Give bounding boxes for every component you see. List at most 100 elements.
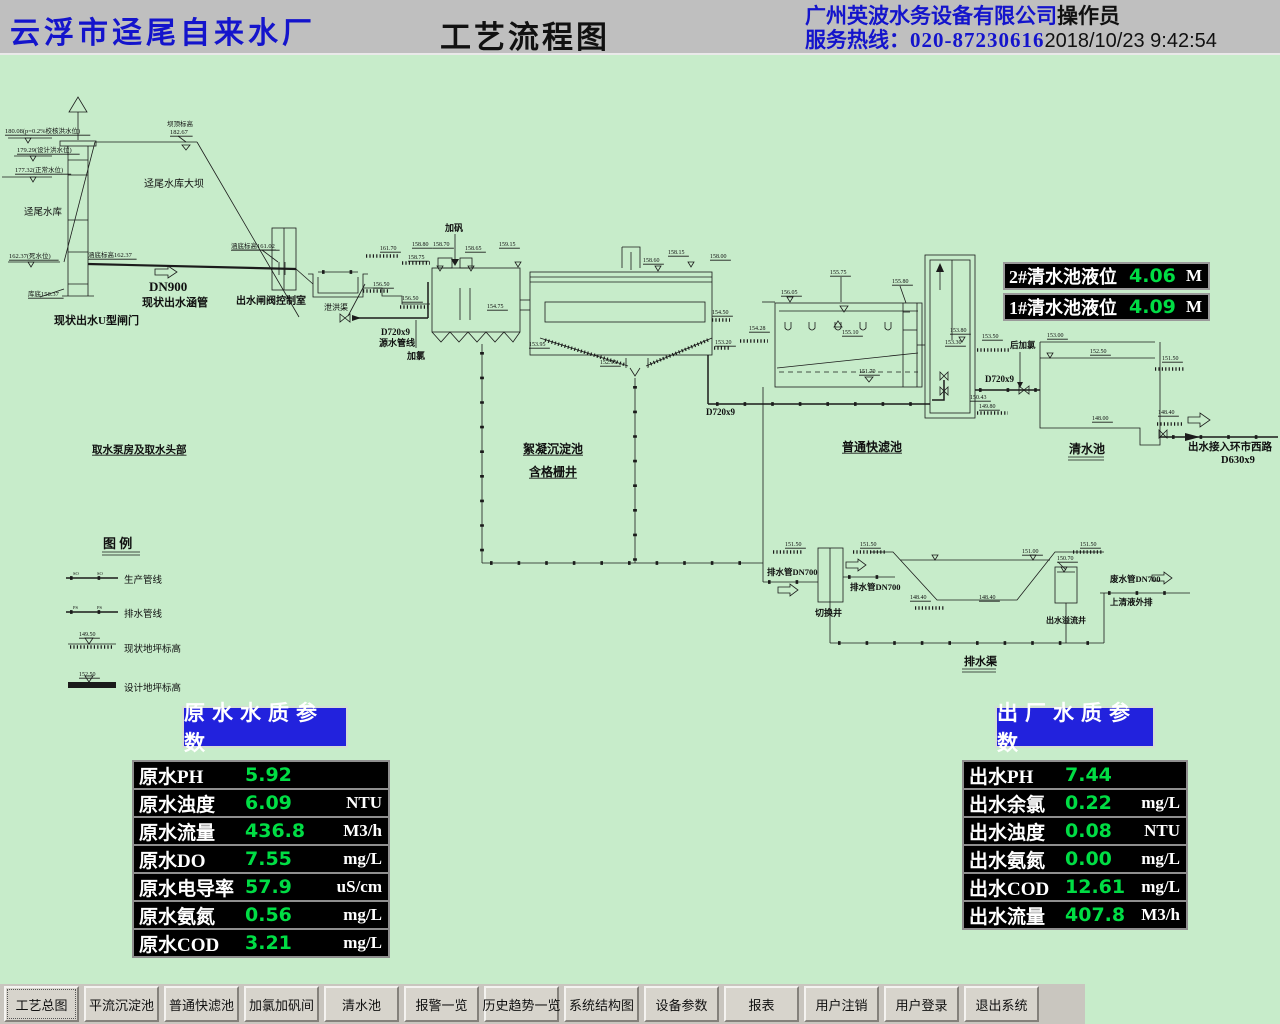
diagram-label: 排水管DN700 (767, 567, 818, 577)
diagram-label: 149.80 (979, 404, 996, 410)
diagram-label: 177.32(正常水位) (15, 165, 63, 174)
diagram-label: 现状出水U型闸门 (54, 313, 139, 327)
raw-water-row: 原水浊度6.09NTU (132, 788, 390, 818)
clearwell-2-unit: M (1186, 266, 1202, 286)
raw-water-value: 57.9 (245, 876, 315, 898)
hotline-number: 020-87230616 (910, 28, 1045, 52)
diagram-label: 154.50 (712, 310, 729, 316)
raw-water-unit: uS/cm (337, 877, 382, 897)
outlet-water-value: 407.8 (1065, 904, 1135, 926)
diagram-label: 162.37(死水位) (9, 251, 51, 260)
diagram-label: PS (73, 605, 79, 610)
diagram-label: 加氯 (406, 350, 425, 361)
toolbar-button-3[interactable]: 普通快滤池 (164, 986, 239, 1022)
diagram-label: 148.40 (910, 595, 927, 601)
clearwell-2-level-display: 2#清水池液位 4.06 M (1003, 262, 1210, 290)
diagram-label: 148.40 (1158, 410, 1175, 416)
diagram-label: 158.70 (433, 242, 450, 248)
diagram-label: 后加氯 (1010, 340, 1036, 350)
raw-water-table: 原水PH5.92原水浊度6.09NTU原水流量436.8M3/h原水DO7.55… (132, 760, 390, 958)
diagram-label: SO (73, 571, 80, 576)
raw-water-value: 3.21 (245, 932, 315, 954)
diagram-label: 151.70 (859, 369, 876, 375)
toolbar-button-8[interactable]: 系统结构图 (564, 986, 639, 1022)
diagram-label: 154.28 (749, 326, 766, 332)
diagram-label: 180.08(p=0.2%校核洪水位) (5, 126, 80, 135)
toolbar-button-2[interactable]: 平流沉淀池 (84, 986, 159, 1022)
clear-water-pool (1040, 342, 1278, 460)
outlet-water-label: 出水氨氮 (969, 846, 1065, 873)
toolbar-button-9[interactable]: 设备参数 (644, 986, 719, 1022)
diagram-label: 148.00 (1092, 416, 1109, 422)
outlet-water-label: 出水COD (969, 874, 1065, 901)
clearwell-1-value: 4.09 (1129, 296, 1176, 318)
diagram-label: 坝顶标高 (167, 119, 194, 128)
outlet-water-unit: M3/h (1141, 905, 1180, 925)
outlet-water-unit: mg/L (1141, 793, 1180, 813)
outlet-water-unit: mg/L (1141, 877, 1180, 897)
raw-water-row: 原水电导率57.9uS/cm (132, 872, 390, 902)
diagram-label: 158.60 (643, 258, 660, 264)
toolbar-button-4[interactable]: 加氯加矾间 (244, 986, 319, 1022)
diagram-label: 179.29(设计洪水位) (17, 145, 72, 154)
plant-title: 云浮市迳尾自来水厂 (10, 8, 316, 52)
toolbar-button-11[interactable]: 用户注销 (804, 986, 879, 1022)
outlet-water-label: 出水PH (969, 762, 1065, 789)
raw-water-unit: mg/L (343, 849, 382, 869)
toolbar-button-10[interactable]: 报表 (724, 986, 799, 1022)
diagram-label: 迳尾水库 (24, 206, 63, 218)
diagram-label: 151.50 (785, 542, 802, 548)
diagram-label: 156.05 (781, 290, 798, 296)
toolbar-button-5[interactable]: 清水池 (324, 986, 399, 1022)
hotline-label: 服务热线： (805, 28, 910, 52)
diagram-label: D720x9 (706, 407, 735, 417)
diagram-label: 158.15 (668, 250, 685, 256)
outlet-water-unit: mg/L (1141, 849, 1180, 869)
raw-water-value: 7.55 (245, 848, 315, 870)
diagram-label: 切换井 (815, 607, 842, 618)
diagram-label: 149.50 (79, 632, 96, 638)
rapid-filter (740, 277, 925, 387)
diagram-label: D720x9 (381, 327, 410, 337)
raw-water-value: 5.92 (245, 764, 315, 786)
diagram-label: 182.67 (170, 129, 189, 136)
drainage-works (773, 548, 1190, 672)
clearwell-1-label: 1#清水池液位 (1009, 294, 1117, 320)
diagram-label: 148.40 (979, 595, 996, 601)
operator-label: 操作员 (1057, 4, 1120, 28)
diagram-label: PS (97, 605, 103, 610)
diagram-label: 设计地坪标高 (124, 682, 181, 694)
diagram-label: 158.75 (408, 255, 425, 261)
diagram-label: 161.70 (380, 246, 397, 252)
outlet-culvert (88, 228, 296, 290)
diagram-label: 153.50 (982, 334, 999, 340)
diagram-label: 155.75 (830, 270, 847, 276)
diagram-label: 156.50 (373, 282, 390, 288)
raw-water-row: 原水COD3.21mg/L (132, 928, 390, 958)
datetime: 2018/10/23 9:42:54 (1045, 30, 1217, 52)
header-right: 广州英波水务设备有限公司操作员 服务热线：020-872306162018/10… (805, 4, 1275, 53)
outlet-water-value: 0.08 (1065, 820, 1135, 842)
raw-water-unit: M3/h (343, 821, 382, 841)
raw-water-row: 原水PH5.92 (132, 760, 390, 790)
diagram-label: 158.65 (465, 246, 482, 252)
clearwell-1-level-display: 1#清水池液位 4.09 M (1003, 293, 1210, 321)
diagram-label: 150.70 (1057, 556, 1074, 562)
outlet-water-panel-title: 出厂水质参数 (995, 706, 1155, 748)
diagram-label: D630x9 (1221, 455, 1255, 466)
diagram-label: 废水管DN700 (1110, 574, 1161, 584)
toolbar-button-7[interactable]: 历史趋势一览 (484, 986, 559, 1022)
legend (66, 552, 140, 688)
diagram-label: 153.30 (945, 340, 962, 346)
toolbar-button-1[interactable]: 工艺总图 (4, 986, 79, 1022)
clearwell-2-label: 2#清水池液位 (1009, 263, 1117, 289)
diagram-label: 158.80 (412, 242, 429, 248)
diagram-label: 155.10 (842, 330, 859, 336)
diagram-label: 絮凝沉淀池 (523, 441, 583, 456)
toolbar-button-13[interactable]: 退出系统 (964, 986, 1039, 1022)
toolbar-button-12[interactable]: 用户登录 (884, 986, 959, 1022)
outlet-water-unit: NTU (1144, 821, 1180, 841)
clearwell-1-unit: M (1186, 297, 1202, 317)
toolbar-button-6[interactable]: 报警一览 (404, 986, 479, 1022)
diagram-label: 152.50 (1090, 349, 1107, 355)
